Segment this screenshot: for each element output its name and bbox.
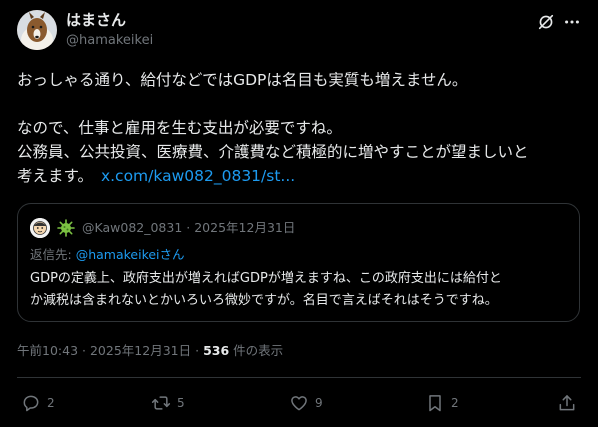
quoted-text: GDPの定義上、政府支出が増えればGDPが増えますね、この政府支出には給付と か…: [30, 268, 570, 312]
like-count: 9: [315, 396, 323, 410]
post-meta: 午前10:43 · 2025年12月31日 · 536 件の表示: [17, 342, 283, 360]
reply-prefix: 返信先:: [30, 247, 76, 262]
share-button[interactable]: [557, 391, 577, 415]
post-text: おっしゃる通り、給付などではGDPは名目も実質も増えません。 なので、仕事と雇用…: [17, 68, 583, 188]
bookmark-button[interactable]: 2: [425, 391, 459, 415]
author-display-name[interactable]: はまさん: [66, 11, 126, 29]
like-button[interactable]: 9: [289, 391, 323, 415]
quoted-reply-to: 返信先: @hamakeikeiさん: [30, 246, 185, 264]
quoted-meta: @Kaw082_0831 · 2025年12月31日: [82, 219, 295, 237]
more-icon[interactable]: [563, 13, 581, 31]
post-text-line: 公務員、公共投資、医療費、介護費など積極的に増やすことが望ましいと: [17, 143, 529, 161]
author-avatar[interactable]: [17, 10, 57, 50]
repost-icon: [151, 396, 171, 410]
post-text-line-last: 考えます。 x.com/kaw082_0831/st...: [17, 164, 583, 188]
quoted-date[interactable]: 2025年12月31日: [194, 220, 295, 235]
post-text-line: 考えます。: [17, 167, 93, 185]
quoted-text-line: GDPの定義上、政府支出が増えればGDPが増えますね、この政府支出には給付と: [30, 271, 502, 286]
post-text-line: なので、仕事と雇用を生む支出が必要ですね。: [17, 119, 342, 137]
reply-icon: [23, 395, 39, 412]
reply-mention[interactable]: @hamakeikeiさん: [76, 247, 185, 262]
repost-button[interactable]: 5: [151, 391, 185, 415]
meta-separator: ·: [82, 343, 86, 358]
repost-count: 5: [177, 396, 185, 410]
post-date[interactable]: 2025年12月31日: [90, 343, 191, 358]
virus-emoji-icon: [56, 218, 76, 238]
reply-button[interactable]: 2: [21, 391, 55, 415]
bookmark-icon: [429, 395, 441, 412]
reply-count: 2: [47, 396, 55, 410]
views-label: 件の表示: [229, 343, 284, 358]
quoted-separator: ·: [186, 220, 191, 235]
quoted-handle[interactable]: @Kaw082_0831: [82, 220, 182, 235]
divider: [17, 377, 581, 378]
bookmark-count: 2: [451, 396, 459, 410]
post-link[interactable]: x.com/kaw082_0831/st...: [101, 167, 295, 185]
quoted-author-avatar: [30, 218, 50, 238]
post-card: はまさん @hamakeikei おっしゃる通り、給付などではGDPは名目も実質…: [0, 0, 598, 427]
post-text-line: おっしゃる通り、給付などではGDPは名目も実質も増えません。: [17, 71, 468, 89]
share-icon: [559, 395, 575, 411]
post-time[interactable]: 午前10:43: [17, 343, 78, 358]
meta-separator: ·: [195, 343, 200, 358]
author-handle[interactable]: @hamakeikei: [66, 33, 153, 49]
like-icon: [291, 396, 307, 411]
grok-icon[interactable]: [537, 13, 555, 31]
views-count[interactable]: 536: [203, 343, 229, 358]
quoted-post[interactable]: @Kaw082_0831 · 2025年12月31日 返信先: @hamakei…: [17, 203, 580, 322]
quoted-text-line: か減税は含まれないとかいろいろ微妙ですが。名目で言えばそれはそうですね。: [30, 293, 498, 308]
